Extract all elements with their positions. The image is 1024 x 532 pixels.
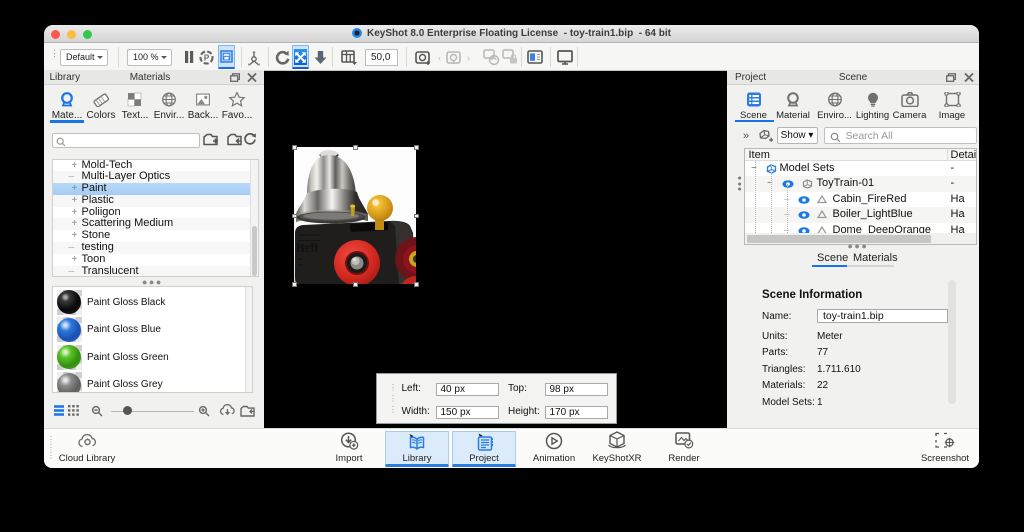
svg-text:Bell: Bell bbox=[296, 240, 318, 255]
svg-text:P: P bbox=[204, 54, 210, 63]
